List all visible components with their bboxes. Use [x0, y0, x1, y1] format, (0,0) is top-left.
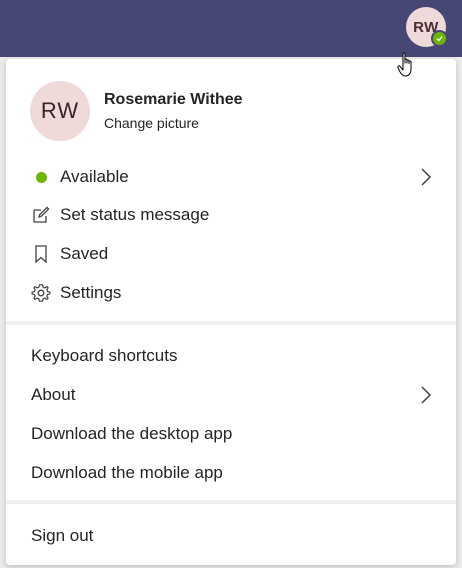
menu-item-keyboard-shortcuts[interactable]: Keyboard shortcuts	[6, 337, 456, 375]
section-divider	[6, 321, 456, 325]
profile-menu-panel: RW Rosemarie Withee Change picture Avail…	[6, 59, 456, 565]
app-header-bar: RW	[0, 0, 462, 57]
menu-item-saved[interactable]: Saved	[6, 235, 456, 273]
menu-item-about[interactable]: About	[6, 376, 456, 414]
sign-out-button[interactable]: Sign out	[6, 517, 456, 555]
menu-item-label: Sign out	[31, 526, 94, 545]
gear-icon	[31, 283, 51, 303]
profile-avatar-button[interactable]: RW	[406, 7, 448, 47]
menu-item-download-mobile-app[interactable]: Download the mobile app	[6, 454, 456, 492]
menu-item-label: About	[31, 385, 76, 404]
menu-item-download-desktop-app[interactable]: Download the desktop app	[6, 415, 456, 453]
change-picture-link[interactable]: Change picture	[104, 115, 243, 131]
green-dot-icon	[31, 167, 51, 187]
profile-name: Rosemarie Withee	[104, 91, 243, 108]
section-divider	[6, 500, 456, 504]
menu-item-label: Keyboard shortcuts	[31, 346, 178, 365]
menu-item-label: Download the mobile app	[31, 463, 223, 482]
bookmark-icon	[31, 244, 51, 264]
hand-cursor-icon	[397, 52, 412, 77]
menu-item-set-status-message[interactable]: Set status message	[6, 196, 456, 234]
menu-item-label: Download the desktop app	[31, 424, 233, 443]
chevron-right-icon	[421, 168, 432, 186]
profile-header: RW Rosemarie Withee Change picture	[30, 81, 243, 141]
menu-item-settings[interactable]: Settings	[6, 274, 456, 312]
menu-item-label: Settings	[60, 283, 122, 302]
menu-item-label: Saved	[60, 244, 109, 263]
profile-avatar: RW	[30, 81, 90, 141]
presence-available-icon	[431, 30, 448, 47]
menu-item-label: Available	[60, 167, 129, 186]
menu-item-available[interactable]: Available	[6, 158, 456, 196]
chevron-right-icon	[421, 386, 432, 404]
menu-item-label: Set status message	[60, 205, 210, 224]
profile-avatar-initials: RW	[40, 98, 80, 123]
edit-icon	[31, 205, 51, 225]
